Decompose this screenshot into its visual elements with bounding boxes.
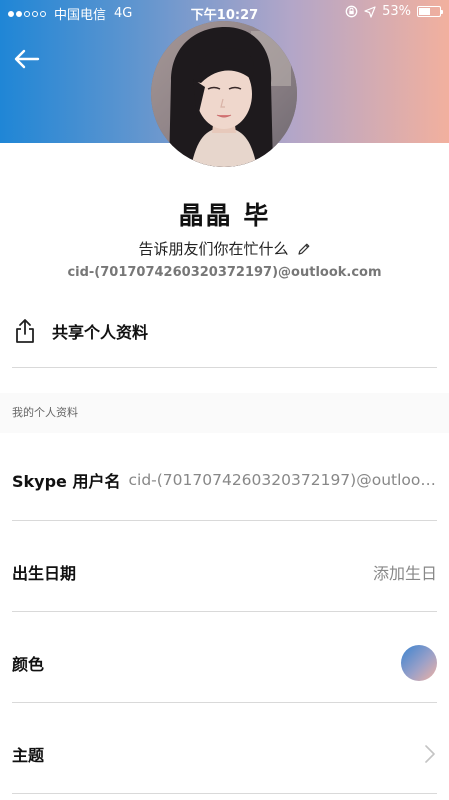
skype-username-value: cid-(7017074260320372197)@outlook.com: [128, 471, 437, 489]
color-swatch[interactable]: [401, 645, 437, 681]
color-label: 颜色: [12, 655, 45, 674]
color-row[interactable]: 颜色: [12, 641, 437, 685]
divider: [12, 702, 437, 703]
birthday-label: 出生日期: [12, 564, 77, 583]
edit-pencil-icon[interactable]: [297, 242, 311, 256]
share-icon: [16, 319, 34, 343]
divider: [12, 611, 437, 612]
account-email: cid-(7017074260320372197)@outlook.com: [67, 265, 382, 280]
theme-row[interactable]: 主题: [12, 732, 437, 776]
back-button[interactable]: [12, 46, 42, 72]
back-arrow-icon: [14, 49, 40, 69]
divider: [12, 520, 437, 521]
divider: [12, 793, 437, 794]
location-icon: [364, 5, 376, 18]
chevron-right-icon: [425, 745, 435, 763]
theme-label: 主题: [12, 746, 45, 765]
skype-username-label: Skype 用户名: [12, 472, 121, 491]
mood-message[interactable]: 告诉朋友们你在忙什么: [0, 238, 449, 259]
share-profile-button[interactable]: 共享个人资料: [12, 313, 437, 349]
mood-text: 告诉朋友们你在忙什么: [138, 240, 289, 258]
divider: [12, 367, 437, 368]
share-profile-label: 共享个人资料: [52, 323, 149, 342]
skype-username-row[interactable]: Skype 用户名 cid-(7017074260320372197)@outl…: [12, 458, 437, 502]
orientation-lock-icon: [345, 5, 358, 18]
section-title: 我的个人资料: [12, 406, 78, 419]
profile-avatar[interactable]: [151, 21, 297, 167]
battery-icon: [417, 6, 443, 17]
profile-name: 晶晶 毕: [178, 201, 271, 230]
add-birthday-link[interactable]: 添加生日: [373, 560, 437, 584]
birthday-row[interactable]: 出生日期 添加生日: [12, 550, 437, 594]
battery-percent: 53%: [382, 4, 411, 19]
